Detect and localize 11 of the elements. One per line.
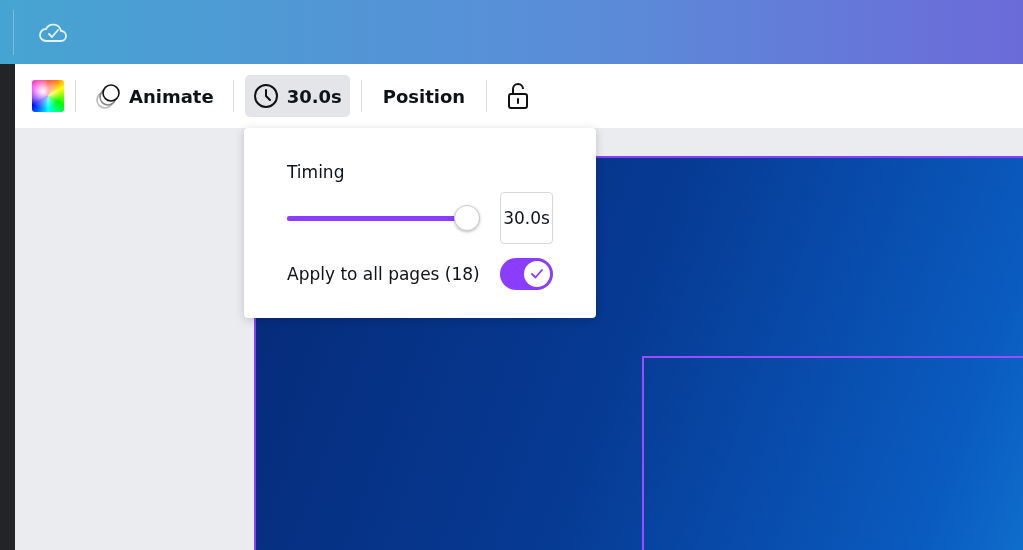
clock-icon [252, 83, 279, 109]
animate-button[interactable]: Animate [87, 75, 222, 117]
check-icon [531, 269, 543, 279]
position-button[interactable]: Position [372, 75, 476, 117]
unlock-icon [506, 82, 531, 110]
duration-field[interactable]: 30.0s [500, 192, 553, 244]
timing-label: Timing [287, 162, 346, 182]
apply-all-toggle[interactable] [500, 258, 553, 290]
circles-icon [95, 82, 121, 110]
timing-button[interactable]: 30.0s [244, 75, 350, 117]
apply-all-label: Apply to all pages (18) [287, 264, 480, 284]
